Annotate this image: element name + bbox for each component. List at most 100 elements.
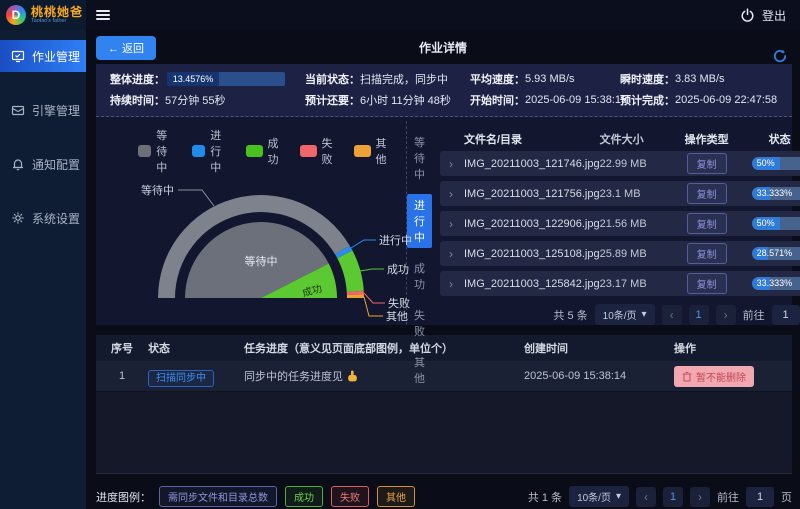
progress-gauge-chart: 等待中 进行中 成功 失败 其他 等待中 进行中 成功 失败 其他 等待中 成功 <box>120 121 412 325</box>
expand-icon[interactable]: › <box>440 157 462 171</box>
brand-name: 桃桃她爸 <box>31 5 84 19</box>
stat-label: 瞬时速度： <box>620 74 675 86</box>
progress-legend: 进度图例： 需同步文件和目录总数 成功 失败 其他 <box>96 486 415 507</box>
stat-instant-speed: 瞬时速度： 3.83 MB/s <box>620 71 778 87</box>
page-header: ← 返回 作业详情 <box>86 30 800 64</box>
cell-created-time: 2025-06-09 15:38:14 <box>524 370 627 382</box>
copy-action-tag[interactable]: 复制 <box>686 273 727 294</box>
row-progress-bar: 50% <box>751 217 800 230</box>
stat-value: 5.93 MB/s <box>525 73 575 85</box>
sidebar-item-engine-management[interactable]: 引擎管理 <box>0 94 86 126</box>
stat-avg-speed: 平均速度： 5.93 MB/s <box>470 71 620 87</box>
table-row: › IMG_20211003_125108.jpg 25.89 MB 复制 28… <box>440 241 800 266</box>
gear-icon <box>12 212 24 224</box>
ring-other <box>346 294 364 298</box>
total-count: 共 5 条 <box>553 309 588 322</box>
refresh-icon[interactable] <box>772 48 788 64</box>
cell-filesize: 22.99 MB <box>599 157 647 170</box>
cell-filename: IMG_20211003_125108.jpg <box>464 247 600 260</box>
stat-current-status: 当前状态： 扫描完成，同步中 <box>305 71 470 87</box>
page-size-select[interactable]: 10条/页 ▾ <box>569 486 629 507</box>
cell-filesize: 23.17 MB <box>599 277 647 290</box>
page-size-select[interactable]: 10条/页 ▾ <box>594 304 655 325</box>
stat-label: 整体进度： <box>110 74 165 86</box>
legend-tag-other: 其他 <box>377 486 415 507</box>
page-title: 作业详情 <box>418 40 467 55</box>
callout-running: 进行中 <box>379 234 412 247</box>
expand-icon[interactable]: › <box>440 187 462 201</box>
task-table-header: 序号 状态 任务进度（意义见页面底部图例，单位个） 创建时间 操作 <box>96 335 792 361</box>
prev-page-button[interactable]: ‹ <box>636 486 656 507</box>
stat-value: 6小时 11分钟 48秒 <box>360 95 451 107</box>
chevron-down-icon: ▾ <box>641 309 647 320</box>
stat-duration: 持续时间： 57分钟 55秒 <box>110 92 305 108</box>
expand-icon[interactable]: › <box>440 247 462 261</box>
row-progress-bar: 33.333% <box>751 187 800 200</box>
job-stats: 整体进度： 13.4576% 当前状态： 扫描完成，同步中 平均速度： 5.93 M… <box>96 64 792 117</box>
legend-tag-success: 成功 <box>285 486 323 507</box>
goto-page-input[interactable] <box>771 304 800 325</box>
progress-legend-label: 进度图例： <box>96 491 151 504</box>
file-table-pagination: 共 5 条 10条/页▾ ‹ 1 › 前往 页 <box>440 304 800 325</box>
row-progress-bar: 33.333% <box>751 277 800 290</box>
col-status: 状态 <box>148 343 170 355</box>
stat-label: 当前状态： <box>305 74 360 86</box>
row-progress-label: 33.333% <box>756 278 793 288</box>
menu-collapse-icon[interactable] <box>96 8 110 22</box>
goto-label: 前往 <box>742 309 765 322</box>
delete-button-label: 暂不能删除 <box>696 372 746 384</box>
expand-icon[interactable]: › <box>440 277 462 291</box>
sidebar-item-job-management[interactable]: 作业管理 <box>0 40 86 72</box>
cell-filesize: 23.1 MB <box>599 187 641 200</box>
task-progress-note: 同步中的任务进度见 <box>244 371 343 383</box>
next-page-button[interactable]: › <box>690 486 710 507</box>
copy-action-tag[interactable]: 复制 <box>686 243 727 264</box>
brand-subtitle: Taotao's father <box>31 18 67 24</box>
row-progress-bar: 50% <box>751 157 800 170</box>
copy-action-tag[interactable]: 复制 <box>686 213 727 234</box>
legend-tag-sync-total: 需同步文件和目录总数 <box>159 486 277 507</box>
col-index: 序号 <box>111 343 133 355</box>
task-row: 1 扫描同步中 同步中的任务进度见 2025-06-09 15:38:14 暂不… <box>96 361 792 392</box>
stat-eta: 预计还要： 6小时 11分钟 48秒 <box>305 92 470 108</box>
col-filename: 文件名/目录 <box>464 134 523 146</box>
next-page-button[interactable]: › <box>715 304 736 325</box>
row-progress-label: 33.333% <box>756 188 793 198</box>
stat-overall-progress: 整体进度： 13.4576% <box>110 71 305 87</box>
delete-disabled-button[interactable]: 暂不能删除 <box>674 365 754 387</box>
callout-waiting: 等待中 <box>141 183 174 197</box>
back-button[interactable]: ← 返回 <box>96 36 157 60</box>
callout-failed: 失败 <box>388 296 410 310</box>
footer: 进度图例： 需同步文件和目录总数 成功 失败 其他 共 1 条 10条/页 ▾ ‹… <box>96 486 792 507</box>
scan-sync-status-tag: 扫描同步中 <box>148 369 214 387</box>
table-row: › IMG_20211003_121756.jpg 23.1 MB 复制 33.… <box>440 181 800 206</box>
table-row: › IMG_20211003_121746.jpg 22.99 MB 复制 50… <box>440 151 800 176</box>
stat-value: 2025-06-09 22:47:58 <box>675 94 778 106</box>
stat-label: 开始时间： <box>470 95 525 107</box>
copy-action-tag[interactable]: 复制 <box>686 183 727 204</box>
file-table: 文件名/目录 文件大小 操作类型 状态 › IMG_20211003_12174… <box>432 121 800 325</box>
sidebar-item-notification-config[interactable]: 通知配置 <box>0 148 86 180</box>
expand-icon[interactable]: › <box>440 217 462 231</box>
task-table-pagination: 共 1 条 10条/页▾ ‹ 1 › 前往 页 <box>528 486 792 507</box>
current-page[interactable]: 1 <box>663 486 683 507</box>
page-unit-label: 页 <box>781 491 792 504</box>
callout-success: 成功 <box>387 263 409 276</box>
stat-finish-time: 预计完成： 2025-06-09 22:47:58 <box>620 92 778 108</box>
copy-action-tag[interactable]: 复制 <box>686 153 727 174</box>
current-page[interactable]: 1 <box>688 304 709 325</box>
prev-page-button[interactable]: ‹ <box>661 304 682 325</box>
sidebar-item-system-settings[interactable]: 系统设置 <box>0 202 86 234</box>
goto-page-input[interactable] <box>746 486 774 507</box>
stat-start-time: 开始时间： 2025-06-09 15:38:15 <box>470 92 627 108</box>
power-icon[interactable] <box>740 7 755 23</box>
logout-button[interactable]: 登出 <box>762 7 786 24</box>
sidebar-item-label: 引擎管理 <box>32 103 81 118</box>
engine-icon <box>11 105 25 116</box>
row-progress-label: 50% <box>756 158 775 168</box>
stat-value: 扫描完成，同步中 <box>360 74 448 86</box>
legend-tag-failed: 失败 <box>331 486 369 507</box>
top-bar: D 桃桃她爸 Taotao's father 登出 <box>0 0 800 30</box>
bell-icon <box>13 159 23 171</box>
stat-label: 预计完成： <box>620 95 675 107</box>
